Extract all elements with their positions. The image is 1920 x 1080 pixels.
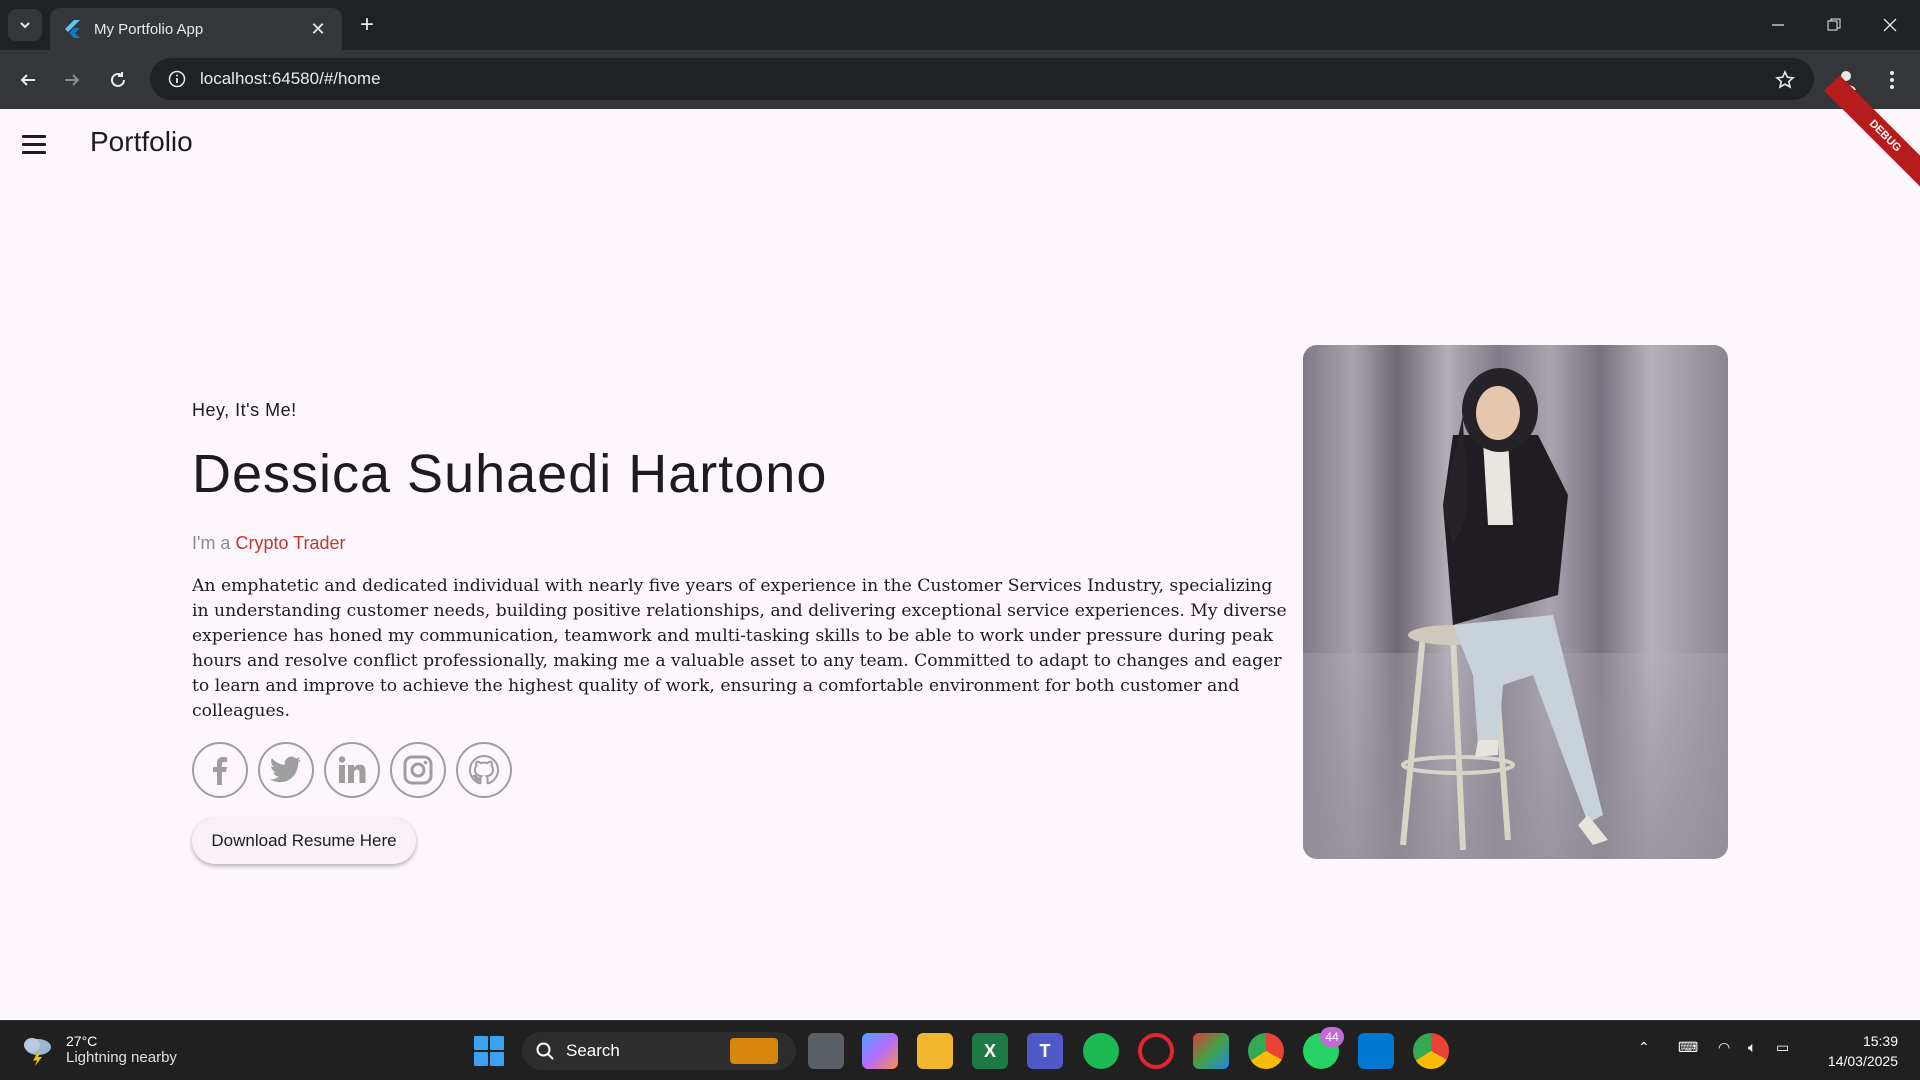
person-figure [1400, 368, 1608, 851]
whatsapp-notification-badge: 44 [1320, 1027, 1344, 1047]
search-icon [536, 1042, 554, 1060]
opera-icon[interactable] [1138, 1033, 1174, 1069]
chevron-up-icon[interactable]: ⌃ [1638, 1039, 1650, 1056]
person-name: Dessica Suhaedi Hartono [192, 444, 828, 504]
minimize-icon [1772, 24, 1784, 26]
flutter-icon [65, 20, 80, 38]
linkedin-icon[interactable] [324, 742, 380, 798]
back-button[interactable] [12, 64, 44, 96]
vscode-icon[interactable] [1358, 1033, 1394, 1069]
storm-cloud-icon [24, 1038, 51, 1066]
more-vert-icon [1890, 71, 1894, 89]
download-resume-button[interactable]: Download Resume Here [192, 818, 416, 864]
browser-menu-button[interactable] [1876, 64, 1908, 96]
hamburger-menu-icon[interactable] [18, 129, 50, 159]
clock-time: 15:39 [1862, 1033, 1898, 1049]
profile-photo [1303, 345, 1728, 859]
spotify-icon[interactable] [1083, 1033, 1119, 1069]
restore-button[interactable] [1806, 0, 1862, 50]
greeting-text: Hey, It's Me! [192, 400, 297, 420]
role-prefix: I'm a [192, 533, 231, 553]
browser-tab-active[interactable]: My Portfolio App ✕ [50, 8, 342, 50]
taskbar-search[interactable]: Search [522, 1032, 796, 1070]
new-tab-button[interactable]: + [354, 11, 380, 38]
app-bar: Portfolio [0, 109, 1920, 179]
site-info-icon[interactable] [164, 66, 190, 92]
reload-button[interactable] [102, 64, 134, 96]
teams-icon[interactable]: T [1027, 1033, 1063, 1069]
bio-paragraph: An emphatetic and dedicated individual w… [192, 576, 1287, 721]
taskbar-search-label: Search [566, 1041, 620, 1060]
excel-icon[interactable]: X [972, 1033, 1008, 1069]
reload-icon [111, 72, 125, 87]
weather-widget[interactable]: 27°C Lightning nearby [20, 1031, 177, 1067]
forward-button[interactable] [56, 64, 88, 96]
facebook-icon[interactable] [192, 742, 248, 798]
arrow-left-icon [20, 74, 35, 86]
windows-taskbar: 27°C Lightning nearby Search X T 44 ⌃ ⌨ … [0, 1020, 1920, 1080]
app-title: Portfolio [90, 126, 193, 157]
browser-tab-strip: My Portfolio App ✕ + [0, 0, 1920, 50]
battery-icon[interactable]: ▭ [1776, 1039, 1789, 1056]
address-bar[interactable]: localhost:64580/#/home [150, 58, 1814, 100]
browser-toolbar: localhost:64580/#/home [0, 50, 1920, 109]
tab-search-button[interactable] [8, 9, 42, 41]
role-line: I'm a Crypto Trader [192, 533, 1292, 554]
paint-icon[interactable] [1193, 1033, 1229, 1069]
system-clock[interactable]: 15:39 14/03/2025 [1828, 1031, 1898, 1071]
tab-title: My Portfolio App [94, 20, 204, 38]
close-icon [1883, 18, 1897, 32]
github-icon[interactable] [456, 742, 512, 798]
volume-icon[interactable]: 🔈︎ [1748, 1039, 1756, 1056]
clock-date: 14/03/2025 [1827, 1053, 1898, 1069]
minimize-button[interactable] [1750, 0, 1806, 50]
start-button[interactable] [474, 1036, 504, 1066]
social-links [192, 742, 1292, 798]
arrow-right-icon [65, 74, 80, 86]
keyboard-icon[interactable]: ⌨ [1678, 1039, 1698, 1056]
chevron-down-icon [20, 22, 30, 29]
close-window-button[interactable] [1862, 0, 1918, 50]
chrome-icon[interactable] [1248, 1033, 1284, 1069]
search-highlight-image [730, 1038, 778, 1064]
bookmark-star-icon[interactable] [1772, 67, 1798, 93]
hero-section: Hey, It's Me! Dessica Suhaedi Hartono I'… [192, 400, 1292, 864]
weather-description: Lightning nearby [66, 1048, 177, 1066]
copilot-icon[interactable] [862, 1033, 898, 1069]
file-explorer-icon[interactable] [917, 1033, 953, 1069]
weather-temperature: 27°C [66, 1032, 98, 1049]
close-tab-icon[interactable]: ✕ [306, 17, 330, 41]
wifi-icon[interactable]: ◠ [1718, 1039, 1730, 1056]
role-accent: Crypto Trader [235, 533, 346, 553]
restore-icon [1827, 18, 1841, 31]
twitter-icon[interactable] [258, 742, 314, 798]
chrome-active-icon[interactable] [1413, 1033, 1449, 1069]
url-text: localhost:64580/#/home [200, 69, 381, 88]
task-view-icon[interactable] [808, 1033, 844, 1069]
instagram-icon[interactable] [390, 742, 446, 798]
